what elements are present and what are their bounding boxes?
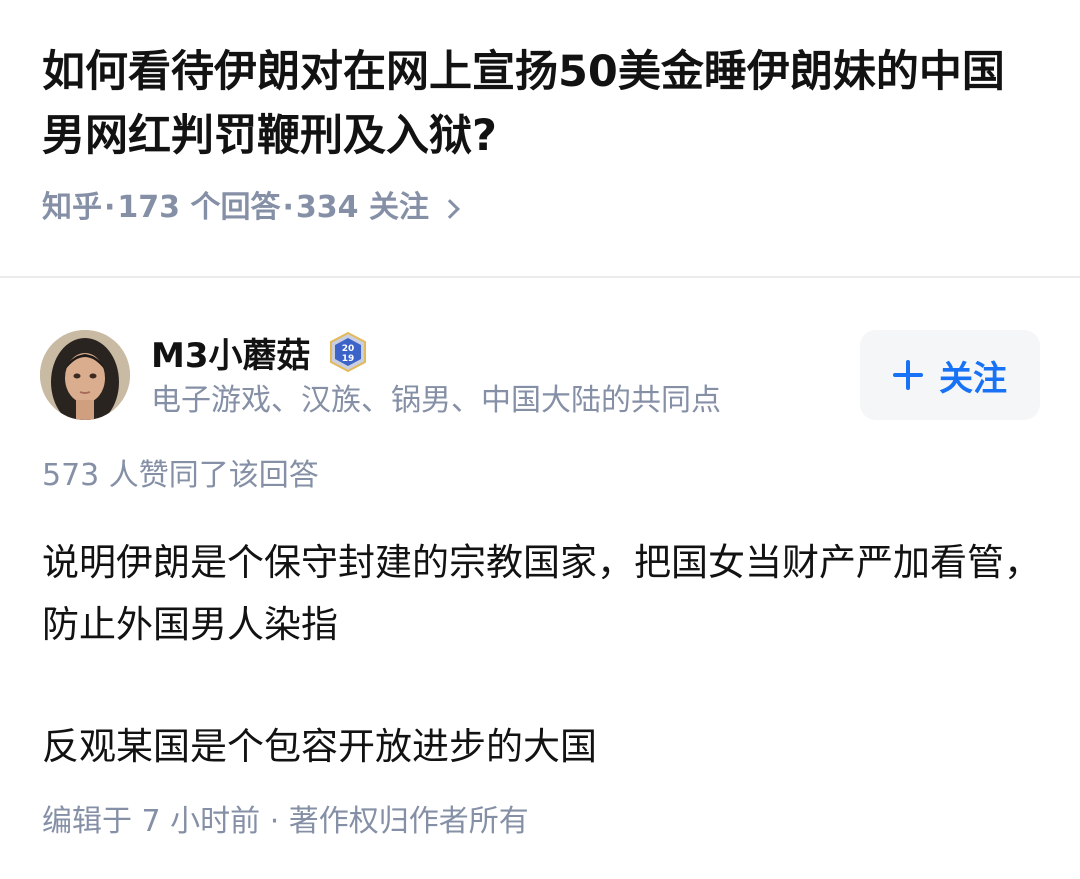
answer-footer: 编辑于 7 小时前 · 著作权归作者所有 xyxy=(42,800,529,844)
answer-paragraph: 反观某国是个包容开放进步的大国 xyxy=(42,725,597,768)
question-title[interactable]: 如何看待伊朗对在网上宣扬50美金睡伊朗妹的中国男网红判罚鞭刑及入狱? xyxy=(42,40,1042,168)
avatar[interactable] xyxy=(40,330,130,420)
chevron-right-icon xyxy=(440,199,460,219)
answer-paragraph: 说明伊朗是个保守封建的宗教国家，把国女当财产严加看管，防止外国男人染指 xyxy=(42,541,1041,646)
copyright-notice: 著作权归作者所有 xyxy=(288,804,529,839)
answer-count: 173 个回答 xyxy=(117,190,281,225)
meta-separator: · xyxy=(282,190,294,225)
follow-label: 关注 xyxy=(939,358,1007,399)
author-name[interactable]: M3小蘑菇 xyxy=(151,328,311,377)
follower-count: 334 关注 xyxy=(295,190,429,225)
svg-text:20: 20 xyxy=(341,344,354,354)
edited-time: 编辑于 7 小时前 xyxy=(42,804,261,839)
voteup-count[interactable]: 573 人赞同了该回答 xyxy=(42,454,319,498)
question-header: 如何看待伊朗对在网上宣扬50美金睡伊朗妹的中国男网红判罚鞭刑及入狱? 知乎 · … xyxy=(0,0,1080,278)
source-label: 知乎 xyxy=(42,190,102,225)
answer-content: 说明伊朗是个保守封建的宗教国家，把国女当财产严加看管，防止外国男人染指 反观某国… xyxy=(42,532,1042,778)
meta-separator: · xyxy=(104,190,116,225)
plus-icon xyxy=(893,360,923,390)
follow-button[interactable]: 关注 xyxy=(860,330,1040,420)
anniversary-badge-icon[interactable]: 20 19 xyxy=(327,331,369,373)
author-info: M3小蘑菇 20 19 电子游戏、汉族、锅男、中国大陆的共同点 关注 xyxy=(40,330,1040,422)
author-name-line: M3小蘑菇 20 19 xyxy=(151,328,369,377)
author-headline: 电子游戏、汉族、锅男、中国大陆的共同点 xyxy=(151,383,721,418)
question-meta[interactable]: 知乎 · 173 个回答 · 334 关注 xyxy=(42,186,460,230)
meta-separator: · xyxy=(269,804,289,839)
svg-text:19: 19 xyxy=(341,354,354,364)
